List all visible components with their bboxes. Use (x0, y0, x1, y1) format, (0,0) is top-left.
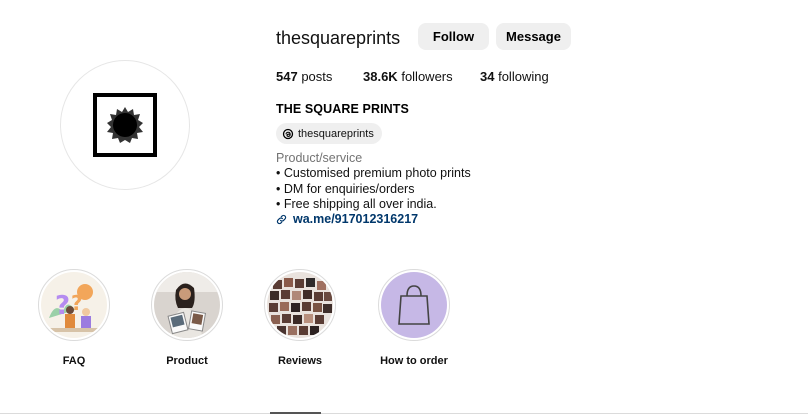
highlight-product[interactable]: Product (143, 269, 231, 367)
highlight-ring (264, 269, 336, 341)
message-button[interactable]: Message (496, 23, 571, 50)
highlight-ring (378, 269, 450, 341)
followers-label: followers (401, 69, 453, 84)
active-tab-indicator (270, 412, 321, 414)
profile-category: Product/service (276, 151, 363, 165)
tab-divider (0, 413, 808, 414)
following-count: 34 (480, 69, 495, 84)
highlight-label: How to order (380, 355, 448, 367)
photo-collage (267, 272, 333, 338)
bio-line: • Free shipping all over india. (276, 197, 437, 211)
profile-avatar[interactable] (60, 60, 190, 190)
threads-badge[interactable]: thesquareprints (276, 123, 382, 144)
shopping-bag-icon (381, 272, 447, 338)
threads-icon (282, 128, 294, 139)
posts-stat: 547 posts (276, 69, 332, 84)
profile-username: thesquareprints (276, 28, 401, 48)
bio-line: • Customised premium photo prints (276, 166, 471, 180)
threads-handle: thesquareprints (298, 127, 374, 140)
bio-line: • DM for enquiries/orders (276, 181, 415, 196)
followers-stat[interactable]: 38.6K followers (363, 69, 453, 84)
link-icon (276, 214, 287, 224)
profile-link[interactable]: wa.me/917012316217 (276, 212, 418, 226)
posts-label: posts (301, 69, 333, 84)
link-text: wa.me/917012316217 (293, 212, 419, 226)
highlight-how-to-order[interactable]: How to order (370, 269, 458, 367)
faq-question-illustration: ? ? (41, 272, 107, 338)
highlight-reviews[interactable]: Reviews (256, 269, 344, 367)
follow-button[interactable]: Follow (418, 23, 489, 50)
logo-frame (93, 93, 157, 157)
following-label: following (498, 69, 549, 84)
followers-count: 38.6K (363, 69, 398, 84)
seal-logo-icon (107, 107, 143, 143)
person-with-photos (154, 272, 220, 338)
highlight-ring: ? ? (38, 269, 110, 341)
posts-count: 547 (276, 69, 298, 84)
profile-full-name: THE SQUARE PRINTS (276, 102, 409, 116)
highlight-faq[interactable]: ? ? FAQ (30, 269, 118, 367)
highlight-label: Product (166, 355, 208, 367)
profile-bio: • Customised premium photo prints • DM f… (276, 166, 471, 213)
highlight-ring (151, 269, 223, 341)
following-stat[interactable]: 34 following (480, 69, 549, 84)
highlight-label: Reviews (277, 355, 323, 367)
highlight-label: FAQ (62, 355, 86, 367)
